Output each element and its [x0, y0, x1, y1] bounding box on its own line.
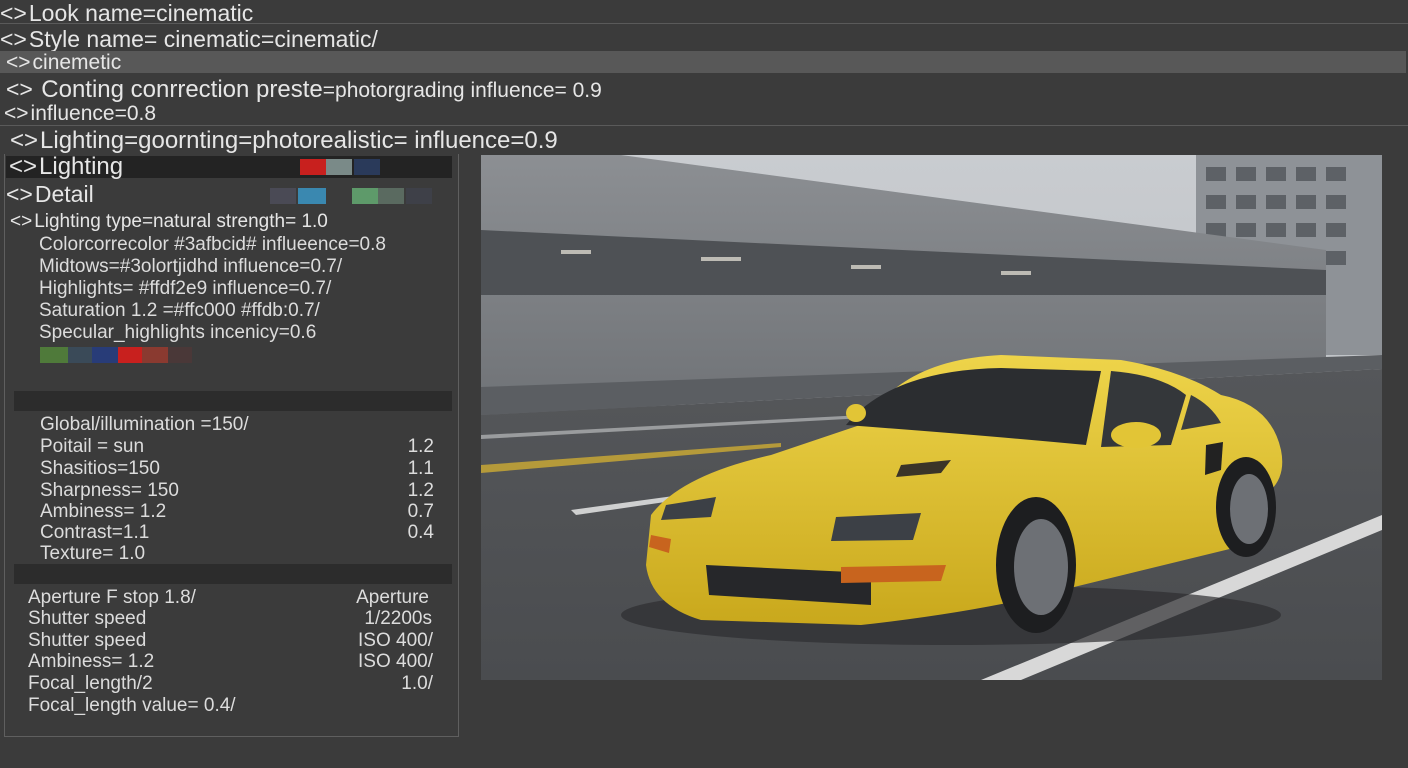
style-name-label: Style name= cinematic=cinematic/: [28, 26, 378, 52]
render-section-bar[interactable]: [14, 391, 452, 411]
camera-param-value[interactable]: Aperture: [330, 587, 429, 609]
color-swatch-red[interactable]: [300, 159, 326, 175]
color-swatch-charcoal[interactable]: [406, 188, 432, 204]
tab-lighting[interactable]: <>Lighting: [6, 153, 452, 180]
render-param-value[interactable]: 0.7: [360, 501, 434, 523]
palette-swatch-maroon[interactable]: [168, 347, 192, 363]
chevron-icon: <>: [0, 26, 27, 52]
color-swatch-blue[interactable]: [298, 188, 326, 204]
grading-influence-label: =photorgrading influence= 0.9: [322, 79, 602, 102]
camera-param-label: Focal_length/2: [28, 673, 153, 694]
specular-param: Specular_highlights incenicy=0.6: [39, 322, 317, 343]
divider: [0, 125, 1408, 126]
influence-row[interactable]: <>influence=0.8: [0, 102, 156, 126]
influence-label: influence=0.8: [30, 102, 157, 125]
camera-param-value[interactable]: 1/2200s: [330, 608, 432, 630]
camera-param-label: Shutter speed: [28, 608, 147, 629]
render-param-label: Contrast=1.1: [40, 522, 150, 543]
highlights-param: Highlights= #ffdf2e9 influence=0.7/: [39, 278, 332, 299]
palette-swatch-brick[interactable]: [142, 347, 168, 363]
camera-param-label: Aperture F stop 1.8/: [28, 587, 196, 608]
lighting-header-row[interactable]: <>Lighting=goornting=photorealistic= inf…: [0, 127, 558, 155]
camera-param-label: Shutter speed: [28, 630, 147, 651]
style-name-row[interactable]: <>Style name= cinematic=cinematic/: [0, 26, 378, 53]
color-swatch-green[interactable]: [352, 188, 378, 204]
tab-lighting-label: Lighting: [39, 153, 124, 180]
chevron-icon: <>: [4, 102, 29, 125]
camera-param-label: Focal_length value= 0.4/: [28, 695, 236, 716]
chevron-icon: <>: [10, 211, 33, 232]
tab-detail-label: Detail: [34, 181, 94, 207]
render-param-value[interactable]: 0.4: [360, 522, 434, 544]
render-param-value[interactable]: 1.1: [360, 458, 434, 480]
selected-preset-row[interactable]: <>cinemetic: [0, 51, 1406, 74]
tab-detail[interactable]: <>Detail: [6, 181, 94, 208]
render-param-label: Poitail = sun: [40, 436, 145, 457]
camera-param-value[interactable]: ISO 400/: [330, 630, 433, 652]
grading-preset-label: Conting conrrection preste: [41, 76, 323, 103]
chevron-icon: <>: [6, 76, 33, 102]
palette-swatch-navy[interactable]: [92, 347, 118, 363]
render-param-label: Shasitios=150: [40, 458, 160, 479]
palette-swatch-green[interactable]: [40, 347, 68, 363]
chevron-icon: <>: [6, 181, 33, 207]
camera-param-value[interactable]: ISO 400/: [330, 651, 433, 673]
camera-param-label: Ambiness= 1.2: [28, 651, 155, 672]
lighting-type-label: Lighting type=natural strength= 1.0: [34, 211, 328, 232]
color-swatch-slate[interactable]: [270, 188, 296, 204]
render-param-label: Global/illumination =150/: [40, 414, 249, 435]
camera-section-bar[interactable]: [14, 564, 452, 584]
render-param-value[interactable]: 1.2: [360, 436, 434, 458]
midtones-param: Midtows=#3olortjidhd influence=0.7/: [39, 256, 343, 277]
chevron-icon: <>: [9, 153, 38, 180]
lighting-header-label: Lighting=goornting=photorealistic= influ…: [40, 127, 558, 154]
color-swatch-grey[interactable]: [326, 159, 352, 175]
render-preview[interactable]: [481, 155, 1382, 680]
chevron-icon: <>: [10, 127, 39, 154]
camera-param-value[interactable]: 1.0/: [330, 673, 433, 695]
color-swatch-navy[interactable]: [354, 159, 380, 175]
grading-row[interactable]: <> Conting conrrection preste=photorgrad…: [0, 76, 602, 104]
palette-swatch-red[interactable]: [118, 347, 142, 363]
car-photo: [481, 155, 1382, 680]
palette-swatch-slate[interactable]: [68, 347, 92, 363]
render-param-label: Texture= 1.0: [40, 543, 146, 564]
selected-preset-label: <>cinemetic: [6, 51, 122, 74]
lighting-type-row[interactable]: <> Lighting type=natural strength= 1.0: [10, 211, 328, 233]
render-param-label: Sharpness= 150: [40, 480, 179, 501]
saturation-param: Saturation 1.2 =#ffc000 #ffdb:0.7/: [39, 300, 320, 321]
render-param-value[interactable]: 1.2: [360, 480, 434, 502]
render-param-label: Ambiness= 1.2: [40, 501, 167, 522]
chevron-icon: <>: [6, 51, 31, 74]
color-correction-param: Colorcorrecolor #3afbcid# influeence=0.8: [39, 234, 386, 255]
divider: [0, 23, 1408, 24]
color-swatch-sage[interactable]: [378, 188, 404, 204]
